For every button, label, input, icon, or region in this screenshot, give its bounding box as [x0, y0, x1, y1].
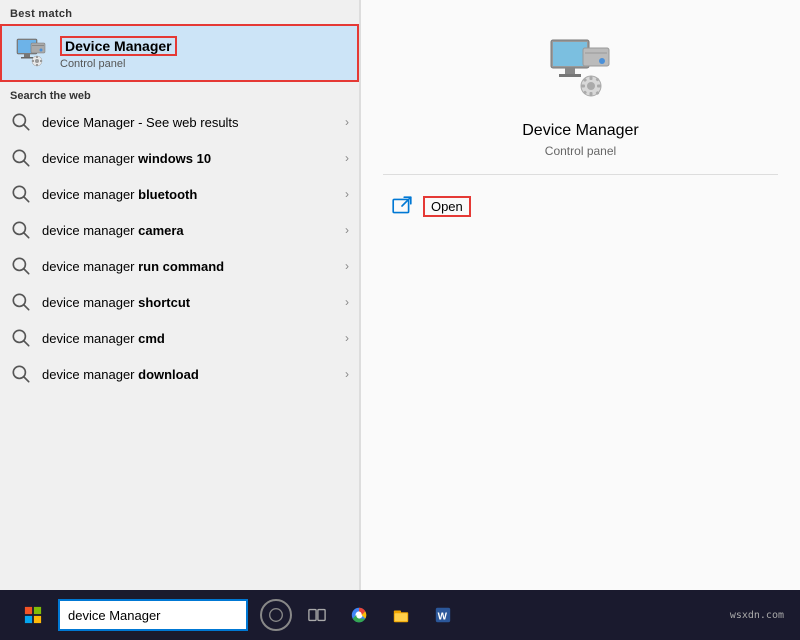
right-app-type: Control panel	[545, 144, 616, 158]
chevron-icon: ›	[345, 187, 349, 201]
chevron-icon: ›	[345, 367, 349, 381]
search-icon	[10, 255, 32, 277]
search-item-download[interactable]: device manager download ›	[0, 356, 359, 392]
right-app-name: Device Manager	[522, 122, 639, 140]
search-item-text-run-command: device manager run command	[42, 259, 345, 274]
search-item-text-camera: device manager camera	[42, 223, 345, 238]
search-item-text-shortcut: device manager shortcut	[42, 295, 345, 310]
search-web-label: Search the web	[0, 84, 359, 104]
search-icon	[10, 327, 32, 349]
search-icon	[10, 291, 32, 313]
search-item-camera[interactable]: device manager camera ›	[0, 212, 359, 248]
open-action[interactable]: Open	[383, 189, 778, 223]
search-item-text-web-results: device Manager - See web results	[42, 115, 345, 130]
svg-text:W: W	[438, 612, 448, 623]
search-item-text-cmd: device manager cmd	[42, 331, 345, 346]
file-explorer-button[interactable]	[384, 598, 418, 632]
search-item-text-bluetooth: device manager bluetooth	[42, 187, 345, 202]
left-panel: Best match	[0, 0, 360, 590]
search-item-windows10[interactable]: device manager windows 10 ›	[0, 140, 359, 176]
best-match-label: Best match	[0, 0, 359, 24]
chrome-button[interactable]	[342, 598, 376, 632]
search-item-web-results[interactable]: device Manager - See web results ›	[0, 104, 359, 140]
best-match-item[interactable]: Device Manager Control panel	[0, 24, 359, 82]
best-match-name: Device Manager	[60, 36, 177, 56]
task-view-button[interactable]	[300, 598, 334, 632]
start-menu: Best match	[0, 0, 800, 590]
brand-text: wsxdn.com	[730, 610, 784, 621]
taskbar-right: wsxdn.com	[730, 610, 792, 621]
device-manager-icon	[12, 34, 50, 72]
search-icon	[10, 111, 32, 133]
search-icon	[10, 219, 32, 241]
chevron-icon: ›	[345, 223, 349, 237]
search-item-text-windows10: device manager windows 10	[42, 151, 345, 166]
best-match-info: Device Manager Control panel	[60, 36, 177, 70]
taskbar-search-box[interactable]	[58, 599, 248, 631]
search-item-bluetooth[interactable]: device manager bluetooth ›	[0, 176, 359, 212]
open-label[interactable]: Open	[423, 196, 471, 217]
open-icon	[391, 195, 413, 217]
right-app-icon	[541, 30, 621, 110]
search-icon	[10, 147, 32, 169]
word-button[interactable]: W	[426, 598, 460, 632]
search-item-cmd[interactable]: device manager cmd ›	[0, 320, 359, 356]
search-item-text-download: device manager download	[42, 367, 345, 382]
taskbar: W wsxdn.com	[0, 590, 800, 640]
chevron-icon: ›	[345, 115, 349, 129]
windows-start-button[interactable]	[16, 598, 50, 632]
search-item-run-command[interactable]: device manager run command ›	[0, 248, 359, 284]
search-icon	[10, 363, 32, 385]
cortana-button[interactable]	[260, 599, 292, 631]
chevron-icon: ›	[345, 295, 349, 309]
search-icon	[10, 183, 32, 205]
right-panel: Device Manager Control panel Open	[360, 0, 800, 590]
chevron-icon: ›	[345, 259, 349, 273]
chevron-icon: ›	[345, 151, 349, 165]
search-item-shortcut[interactable]: device manager shortcut ›	[0, 284, 359, 320]
taskbar-search-input[interactable]	[68, 608, 238, 623]
right-divider	[383, 174, 778, 175]
best-match-type: Control panel	[60, 58, 177, 70]
chevron-icon: ›	[345, 331, 349, 345]
